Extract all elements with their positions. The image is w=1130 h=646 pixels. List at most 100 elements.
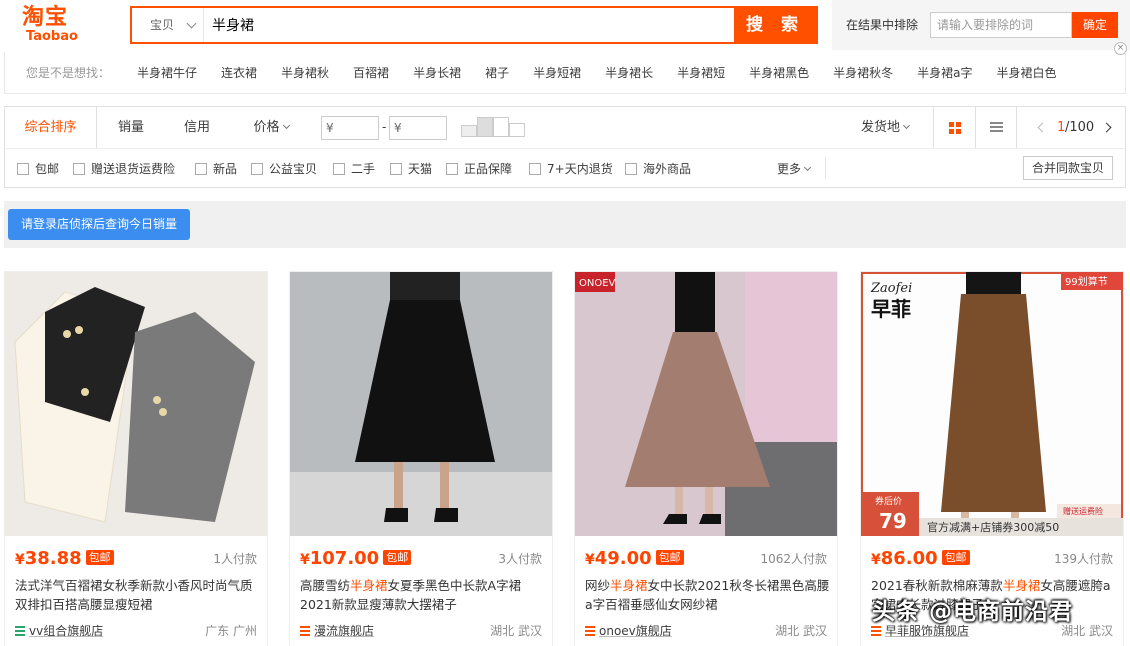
ship-from-label: 发货地 bbox=[861, 120, 901, 135]
filter-tmall[interactable]: 天猫 bbox=[390, 160, 432, 177]
title-highlight: 半身裙 bbox=[1002, 578, 1041, 593]
price-range-dash: - bbox=[382, 120, 387, 134]
product-image[interactable] bbox=[5, 272, 267, 536]
merge-same-items-button[interactable]: 合并同款宝贝 bbox=[1023, 156, 1113, 180]
search-type-label: 宝贝 bbox=[150, 18, 175, 32]
logo-cn: 淘宝 bbox=[22, 5, 69, 30]
filter-7day-return[interactable]: 7+天内退货 bbox=[529, 160, 613, 177]
image-brand-en: Zaofei bbox=[870, 281, 912, 296]
list-view-button[interactable] bbox=[975, 107, 1017, 148]
shop-icon bbox=[300, 626, 310, 636]
filter-label: 公益宝贝 bbox=[269, 162, 318, 176]
title-text: 法式洋气百褶裙女秋季新款小香风时尚气质双排扣百搭高腰显瘦短裙 bbox=[15, 578, 253, 612]
checkbox-icon bbox=[195, 163, 207, 175]
paid-count: 139人付款 bbox=[1054, 552, 1113, 566]
product-title[interactable]: 网纱半身裙女中长款2021秋冬长裙黑色高腰a字百褶垂感仙女网纱裙 bbox=[585, 576, 831, 614]
grid-view-button[interactable] bbox=[933, 107, 975, 148]
shop-link[interactable]: 漫流旗舰店 bbox=[300, 622, 374, 639]
filter-return-insurance[interactable]: 赠送退货运费险 bbox=[73, 160, 175, 177]
exclude-panel: 在结果中排除 请输入要排除的词 确定 bbox=[832, 0, 1130, 50]
product-image[interactable]: Zaofei 早菲 99划算节 券后价 79 官方减满+店铺券300减50 赠送… bbox=[861, 272, 1123, 536]
chevron-down-icon bbox=[282, 121, 290, 130]
suggestion-item[interactable]: 半身短裙 bbox=[533, 64, 581, 81]
suggestion-item[interactable]: 半身裙白色 bbox=[997, 64, 1057, 81]
exclude-input[interactable]: 请输入要排除的词 bbox=[930, 12, 1072, 38]
filter-charity[interactable]: 公益宝贝 bbox=[251, 160, 317, 177]
prev-page-icon[interactable] bbox=[1037, 122, 1048, 133]
suggestion-item[interactable]: 半身裙秋 bbox=[281, 64, 329, 81]
checkbox-icon bbox=[73, 163, 85, 175]
filter-label: 包邮 bbox=[35, 162, 60, 176]
chevron-down-icon bbox=[803, 163, 812, 172]
tab-price[interactable]: 价格 bbox=[245, 107, 297, 148]
product-title[interactable]: 法式洋气百褶裙女秋季新款小香风时尚气质双排扣百搭高腰显瘦短裙 bbox=[15, 576, 261, 614]
checkbox-icon bbox=[625, 163, 637, 175]
search-button[interactable]: 搜 索 bbox=[734, 8, 816, 42]
product-image[interactable]: ONOEV bbox=[575, 272, 837, 536]
product-title[interactable]: 高腰雪纺半身裙女夏季黑色中长款A字裙2021新款显瘦薄款大摆裙子 bbox=[300, 576, 546, 614]
suggestion-label: 您是不是想找： bbox=[26, 66, 111, 80]
next-page-icon[interactable] bbox=[1101, 122, 1112, 133]
sort-bar: 综合排序 销量 信用 价格 ¥ - ¥ 发货地 1 /100 bbox=[4, 106, 1126, 149]
price-value: 86.00 bbox=[880, 548, 938, 569]
suggestion-item[interactable]: 半身裙牛仔 bbox=[137, 64, 197, 81]
product-card[interactable]: ¥38.88 包邮 1人付款 法式洋气百褶裙女秋季新款小香风时尚气质双排扣百搭高腰… bbox=[4, 271, 268, 646]
shop-name: 早菲服饰旗舰店 bbox=[885, 624, 970, 638]
title-text: 网纱 bbox=[585, 578, 611, 593]
price-value: 49.00 bbox=[594, 548, 652, 569]
checkbox-icon bbox=[446, 163, 458, 175]
free-shipping-badge: 包邮 bbox=[941, 550, 970, 565]
grid-icon bbox=[949, 122, 961, 134]
price-distribution-icon[interactable] bbox=[461, 117, 525, 139]
more-label: 更多 bbox=[777, 162, 802, 176]
filter-secondhand[interactable]: 二手 bbox=[333, 160, 375, 177]
free-shipping-badge: 包邮 bbox=[655, 550, 684, 565]
filter-overseas[interactable]: 海外商品 bbox=[625, 160, 691, 177]
paid-count: 1062人付款 bbox=[760, 552, 827, 566]
product-image[interactable] bbox=[290, 272, 552, 536]
shop-link[interactable]: vv组合旗舰店 bbox=[15, 622, 103, 639]
price-min-input[interactable]: ¥ bbox=[321, 116, 379, 140]
list-icon bbox=[990, 122, 1003, 133]
suggestion-item[interactable]: 半身长裙 bbox=[413, 64, 461, 81]
filter-genuine[interactable]: 正品保障 bbox=[446, 160, 512, 177]
suggestion-item[interactable]: 百褶裙 bbox=[353, 64, 389, 81]
suggestion-item[interactable]: 半身裙a字 bbox=[917, 64, 972, 81]
login-banner: 请登录店侦探后查询今日销量 bbox=[4, 201, 1126, 248]
suggestion-item[interactable]: 半身裙黑色 bbox=[749, 64, 809, 81]
tab-comprehensive[interactable]: 综合排序 bbox=[5, 107, 97, 148]
image-price: 79 bbox=[879, 509, 907, 533]
exclude-confirm-button[interactable]: 确定 bbox=[1072, 12, 1118, 38]
product-card[interactable]: Zaofei 早菲 99划算节 券后价 79 官方减满+店铺券300减50 赠送… bbox=[860, 271, 1124, 646]
paid-count: 3人付款 bbox=[498, 552, 542, 566]
chevron-down-icon bbox=[902, 121, 911, 130]
taobao-logo[interactable]: 淘宝 Taobao bbox=[22, 6, 88, 46]
filter-label: 7+天内退货 bbox=[547, 162, 613, 176]
search-box: 宝贝 搜 索 bbox=[130, 6, 818, 44]
suggestion-item[interactable]: 连衣裙 bbox=[221, 64, 257, 81]
product-location: 湖北 武汉 bbox=[775, 624, 827, 638]
filter-label: 正品保障 bbox=[464, 162, 513, 176]
filter-free-shipping[interactable]: 包邮 bbox=[17, 160, 59, 177]
login-query-button[interactable]: 请登录店侦探后查询今日销量 bbox=[8, 209, 190, 240]
image-brand-text: ONOEV bbox=[579, 278, 616, 289]
price-max-input[interactable]: ¥ bbox=[389, 116, 447, 140]
suggestion-item[interactable]: 半身裙长 bbox=[605, 64, 653, 81]
search-type-select[interactable]: 宝贝 bbox=[132, 8, 204, 42]
ship-from-select[interactable]: 发货地 bbox=[861, 107, 911, 148]
tab-sales[interactable]: 销量 bbox=[105, 107, 157, 148]
filter-new[interactable]: 新品 bbox=[195, 160, 237, 177]
product-price: ¥86.00 包邮 bbox=[871, 548, 970, 569]
image-price-label: 券后价 bbox=[875, 495, 902, 507]
title-text: 高腰雪纺 bbox=[300, 578, 351, 593]
suggestion-item[interactable]: 半身裙秋冬 bbox=[833, 64, 893, 81]
product-card[interactable]: ¥107.00 包邮 3人付款 高腰雪纺半身裙女夏季黑色中长款A字裙2021新款显… bbox=[289, 271, 553, 646]
suggestion-item[interactable]: 裙子 bbox=[485, 64, 509, 81]
more-filters-button[interactable]: 更多 bbox=[777, 160, 812, 177]
shop-link[interactable]: onoev旗舰店 bbox=[585, 622, 672, 639]
tab-credit[interactable]: 信用 bbox=[171, 107, 223, 148]
product-card[interactable]: ONOEV ¥49.00 包邮 1062人付款 网纱半身裙女中长款2021秋冬长裙… bbox=[574, 271, 838, 646]
suggestion-item[interactable]: 半身裙短 bbox=[677, 64, 725, 81]
search-input[interactable] bbox=[206, 8, 734, 42]
title-highlight: 半身裙 bbox=[610, 578, 648, 593]
